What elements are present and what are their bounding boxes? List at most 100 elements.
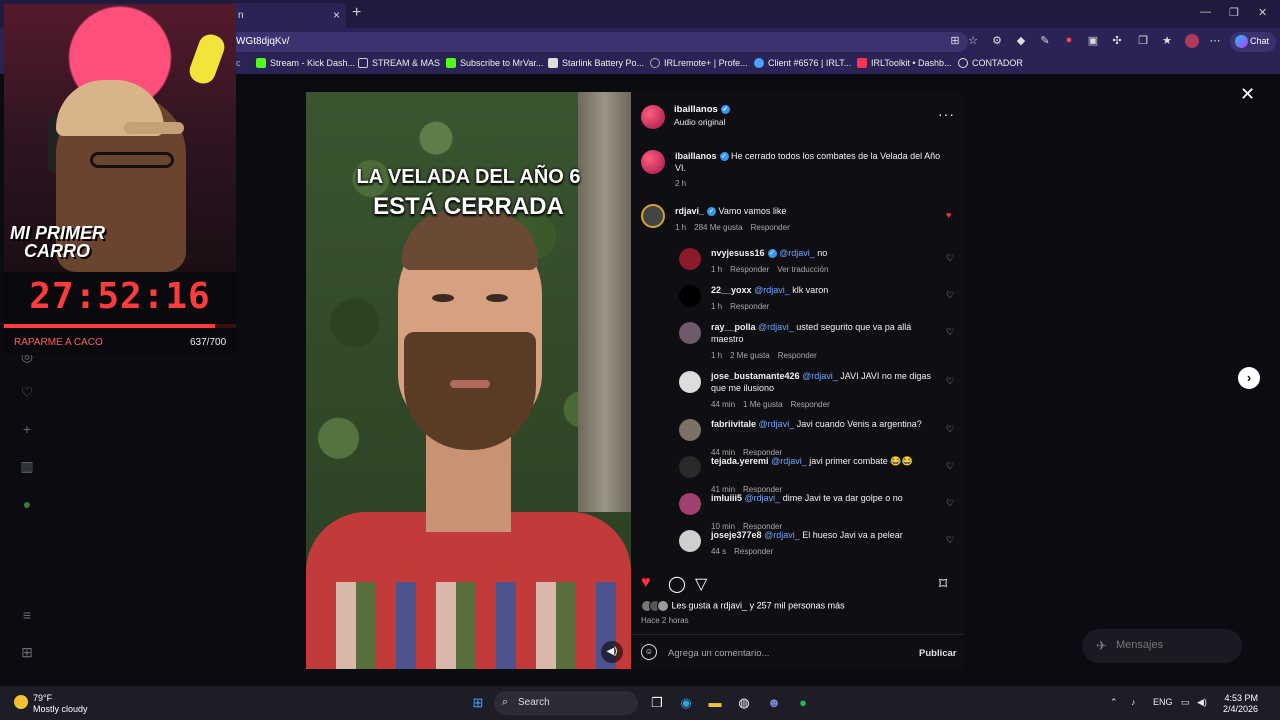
collections-icon[interactable]: ❒ <box>1136 34 1150 48</box>
reply-link[interactable]: Responder <box>791 400 830 409</box>
copilot-chat-button[interactable]: Chat <box>1230 32 1276 52</box>
like-comment-heart-icon[interactable]: ♡ <box>946 424 954 435</box>
reply-avatar[interactable] <box>679 456 701 478</box>
share-send-icon[interactable]: ▽ <box>695 574 707 594</box>
bookmark-item[interactable]: Stream - Kick Dash... <box>256 58 355 68</box>
edge-icon[interactable]: ◉ <box>677 694 695 712</box>
like-comment-heart-icon[interactable]: ♡ <box>946 327 954 338</box>
spotify-icon[interactable]: ● <box>794 694 812 712</box>
bookmark-item[interactable]: Client #6576 | IRLT... <box>754 58 851 68</box>
bookmark-item[interactable]: IRLremote+ | Profe... <box>650 58 748 68</box>
minimize-icon[interactable]: — <box>1200 6 1211 18</box>
obs-icon[interactable]: ◍ <box>735 694 753 712</box>
task-view-icon[interactable]: ❐ <box>648 694 666 712</box>
reply-avatar[interactable] <box>679 322 701 344</box>
reply-link[interactable]: Responder <box>751 223 790 232</box>
favorite-star-icon[interactable]: ☆ <box>966 34 980 48</box>
profile-icon[interactable]: ● <box>18 496 36 514</box>
language-indicator[interactable]: ENG <box>1153 697 1173 707</box>
like-comment-heart-icon[interactable]: ♡ <box>946 376 954 387</box>
browser-tab-active[interactable]: n × <box>228 3 346 28</box>
profile-avatar[interactable] <box>1185 34 1199 48</box>
bookmark-item[interactable]: IRLToolkit • Dashb... <box>857 58 952 68</box>
volume-icon[interactable]: ◀) <box>1197 697 1207 708</box>
system-clock[interactable]: 4:53 PM 2/4/2026 <box>1218 693 1258 715</box>
bookmark-item[interactable]: Subscribe to MrVar... <box>446 58 543 68</box>
extension-icon[interactable]: ◆ <box>1014 34 1028 48</box>
extension-icon[interactable]: ▣ <box>1086 34 1100 48</box>
comment-icon[interactable]: ◯ <box>668 574 686 594</box>
install-app-icon[interactable]: ⊞ <box>948 34 962 48</box>
reply-avatar[interactable] <box>679 248 701 270</box>
like-comment-heart-icon[interactable]: ♡ <box>946 290 954 301</box>
taskbar-search[interactable]: ⌕ Search <box>494 691 638 715</box>
file-explorer-icon[interactable]: ▬ <box>706 694 724 712</box>
maximize-icon[interactable]: ❐ <box>1229 6 1239 19</box>
likes-summary[interactable]: Les gusta a rdjavi_ y 257 mil personas m… <box>641 600 845 612</box>
reply-comment: fabriivitale @rdjavi_ Javi cuando Venis … <box>711 419 922 429</box>
comment-input[interactable]: Agrega un comentario... <box>668 648 769 659</box>
notifications-heart-icon[interactable]: ♡ <box>18 384 36 402</box>
like-comment-heart-icon[interactable]: ♡ <box>946 253 954 264</box>
network-icon[interactable]: ▭ <box>1181 697 1190 708</box>
reply-avatar[interactable] <box>679 419 701 441</box>
more-options-icon[interactable]: ··· <box>938 106 955 122</box>
reply-link[interactable]: Responder <box>734 547 773 556</box>
create-plus-icon[interactable]: + <box>18 421 36 439</box>
messages-icon: ✈ <box>1096 638 1107 653</box>
bookmark-item[interactable]: STREAM & MAS <box>358 58 440 68</box>
publish-button[interactable]: Publicar <box>919 648 957 659</box>
author-avatar[interactable] <box>641 105 665 129</box>
audio-label[interactable]: Audio original <box>674 117 726 127</box>
close-modal-icon[interactable]: ✕ <box>1240 84 1255 105</box>
extensions-puzzle-icon[interactable]: ✣ <box>1110 34 1124 48</box>
apps-grid-icon[interactable]: ⊞ <box>18 644 36 662</box>
emoji-icon[interactable]: ☺ <box>641 644 657 660</box>
favorites-icon[interactable]: ★ <box>1160 34 1174 48</box>
like-comment-heart-icon[interactable]: ♡ <box>946 498 954 509</box>
author-name[interactable]: ibaillanos ✓ <box>674 104 730 115</box>
more-menu-icon[interactable]: ≡ <box>18 607 36 625</box>
address-bar[interactable]: WGt8djqKv/ <box>228 32 968 52</box>
like-heart-icon[interactable]: ♥ <box>641 574 651 592</box>
close-tab-icon[interactable]: × <box>333 8 340 22</box>
menu-dots-icon[interactable]: ⋯ <box>1208 34 1222 48</box>
caption-author-avatar[interactable] <box>641 150 665 174</box>
microphone-icon[interactable]: ♪ <box>1131 697 1136 707</box>
weather-widget[interactable]: 79°F Mostly cloudy <box>14 693 88 715</box>
save-bookmark-icon[interactable]: ⌑ <box>939 574 947 594</box>
stream-overlay: MI PRIMER CARRO 27:52:16 RAPARME A CACO … <box>4 4 236 355</box>
reply-avatar[interactable] <box>679 530 701 552</box>
copilot-icon <box>1235 35 1248 48</box>
verified-badge-icon: ✓ <box>719 152 729 162</box>
like-comment-heart-icon[interactable]: ♡ <box>946 535 954 546</box>
reply-avatar[interactable] <box>679 285 701 307</box>
close-window-icon[interactable]: ✕ <box>1258 6 1267 19</box>
discord-icon[interactable]: ☻ <box>765 694 783 712</box>
next-post-button[interactable]: › <box>1238 367 1260 389</box>
extension-icon[interactable]: ✎ <box>1038 34 1052 48</box>
reply-avatar[interactable] <box>679 371 701 393</box>
translate-link[interactable]: Ver traducción <box>777 265 828 274</box>
comment-avatar[interactable] <box>641 204 665 228</box>
reply-link[interactable]: Responder <box>778 351 817 360</box>
bookmark-item[interactable]: c <box>236 58 241 68</box>
bookmark-item[interactable]: Starlink Battery Po... <box>548 58 644 68</box>
reply-link[interactable]: Responder <box>730 302 769 311</box>
bookmark-item[interactable]: CONTADOR <box>958 58 1023 68</box>
mute-toggle-icon[interactable]: ◀) <box>601 641 623 663</box>
extension-icon[interactable]: ⚙ <box>990 34 1004 48</box>
reply-link[interactable]: Responder <box>730 265 769 274</box>
tray-chevron-icon[interactable]: ⌃ <box>1110 697 1118 708</box>
reel-video[interactable]: LA VELADA DEL AÑO 6 ESTÁ CERRADA ◀) <box>306 92 631 669</box>
like-comment-heart-icon[interactable]: ♡ <box>946 461 954 472</box>
messages-button[interactable]: ✈ Mensajes <box>1082 629 1242 663</box>
liked-heart-icon[interactable]: ♥ <box>946 210 951 220</box>
reply-avatar[interactable] <box>679 493 701 515</box>
reply-meta: 44 s Responder <box>711 547 774 556</box>
dashboard-icon[interactable]: ▥ <box>18 458 36 476</box>
extension-icon[interactable]: ● <box>1062 34 1076 48</box>
reply-comment: 22__yoxx @rdjavi_ klk varon <box>711 285 829 295</box>
windows-start-icon[interactable]: ⊞ <box>469 694 487 712</box>
new-tab-icon[interactable]: + <box>352 4 361 22</box>
